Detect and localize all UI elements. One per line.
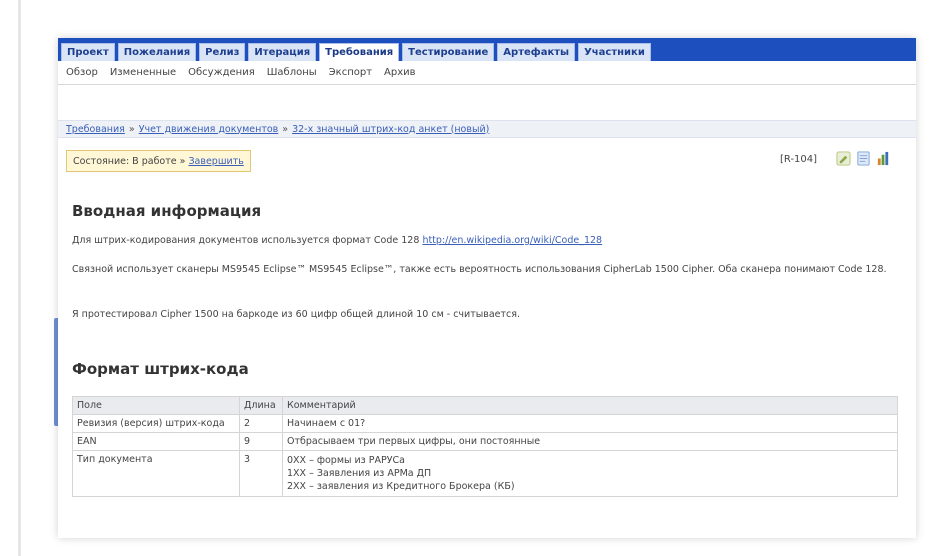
breadcrumb-current-item[interactable]: 32-х значный штрих-код анкет (новый) bbox=[292, 124, 489, 135]
comment-line: 1XX – Заявления из АРМа ДП bbox=[287, 468, 432, 479]
table-row: Ревизия (версия) штрих-кода 2 Начинаем с… bbox=[72, 414, 898, 433]
subtab-changed[interactable]: Измененные bbox=[110, 67, 176, 78]
cell-field: Ревизия (версия) штрих-кода bbox=[72, 414, 240, 433]
cell-comment: Отбрасываем три первых цифры, они постоя… bbox=[282, 432, 898, 451]
breadcrumb-requirements[interactable]: Требования bbox=[66, 124, 125, 135]
intro-paragraph-1-text: Для штрих-кодирования документов использ… bbox=[72, 235, 420, 246]
tab-release[interactable]: Релиз bbox=[199, 43, 246, 61]
page-left-rule bbox=[18, 0, 21, 556]
breadcrumb-separator: » bbox=[282, 123, 289, 135]
breadcrumb-separator: » bbox=[128, 123, 135, 135]
format-heading: Формат штрих-кода bbox=[72, 360, 249, 378]
cell-field: EAN bbox=[72, 432, 240, 451]
app-window: Проект Пожелания Релиз Итерация Требован… bbox=[58, 38, 916, 538]
intro-paragraph-2: Связной использует сканеры MS9545 Eclips… bbox=[72, 264, 887, 275]
tab-artifacts[interactable]: Артефакты bbox=[497, 43, 576, 61]
table-row: Тип документа 3 0XX – формы из РАРУСа 1X… bbox=[72, 450, 898, 497]
item-toolbar bbox=[836, 151, 891, 166]
subtab-archive[interactable]: Архив bbox=[384, 67, 416, 78]
subtab-export[interactable]: Экспорт bbox=[329, 67, 372, 78]
subtab-overview[interactable]: Обзор bbox=[66, 67, 98, 78]
intro-paragraph-1: Для штрих-кодирования документов использ… bbox=[72, 234, 902, 248]
cell-length: 2 bbox=[239, 414, 283, 433]
complete-link[interactable]: Завершить bbox=[188, 156, 243, 167]
intro-heading: Вводная информация bbox=[72, 202, 262, 220]
cell-length: 9 bbox=[239, 432, 283, 451]
sub-nav: Обзор Измененные Обсуждения Шаблоны Эксп… bbox=[58, 61, 916, 85]
code128-link[interactable]: http://en.wikipedia.org/wiki/Code_128 bbox=[422, 235, 602, 246]
tab-participants[interactable]: Участники bbox=[578, 43, 651, 61]
status-badge: Состояние: В работе » Завершить bbox=[66, 150, 251, 172]
column-header-field: Поле bbox=[72, 396, 240, 415]
cell-field: Тип документа bbox=[72, 450, 240, 497]
subtab-discussions[interactable]: Обсуждения bbox=[188, 67, 255, 78]
breadcrumb-document-tracking[interactable]: Учет движения документов bbox=[139, 124, 279, 135]
tab-testing[interactable]: Тестирование bbox=[402, 43, 495, 61]
document-icon[interactable] bbox=[856, 151, 871, 166]
column-header-comment: Комментарий bbox=[282, 396, 898, 415]
cell-comment: 0XX – формы из РАРУСа 1XX – Заявления из… bbox=[282, 450, 898, 497]
table-header-row: Поле Длина Комментарий bbox=[72, 396, 898, 415]
edit-icon[interactable] bbox=[836, 151, 851, 166]
tab-wishes[interactable]: Пожелания bbox=[117, 43, 197, 61]
cell-length: 3 bbox=[239, 450, 283, 497]
item-id: [R-104] bbox=[780, 154, 818, 165]
column-header-length: Длина bbox=[239, 396, 283, 415]
comment-line: 0XX – формы из РАРУСа bbox=[287, 455, 405, 466]
cell-comment: Начинаем с 01? bbox=[282, 414, 898, 433]
comment-line: 2XX – заявления из Кредитного Брокера (К… bbox=[287, 481, 515, 492]
chart-icon[interactable] bbox=[876, 151, 891, 166]
intro-paragraph-3: Я протестировал Cipher 1500 на баркоде и… bbox=[72, 309, 520, 320]
tab-project[interactable]: Проект bbox=[61, 43, 115, 61]
breadcrumb: Требования » Учет движения документов » … bbox=[58, 120, 916, 138]
tab-requirements[interactable]: Требования bbox=[319, 43, 400, 61]
barcode-format-table: Поле Длина Комментарий Ревизия (версия) … bbox=[72, 396, 898, 497]
status-text: Состояние: В работе » bbox=[73, 155, 186, 167]
main-nav: Проект Пожелания Релиз Итерация Требован… bbox=[58, 38, 916, 61]
subtab-templates[interactable]: Шаблоны bbox=[267, 67, 317, 78]
table-row: EAN 9 Отбрасываем три первых цифры, они … bbox=[72, 432, 898, 451]
tab-iteration[interactable]: Итерация bbox=[248, 43, 317, 61]
